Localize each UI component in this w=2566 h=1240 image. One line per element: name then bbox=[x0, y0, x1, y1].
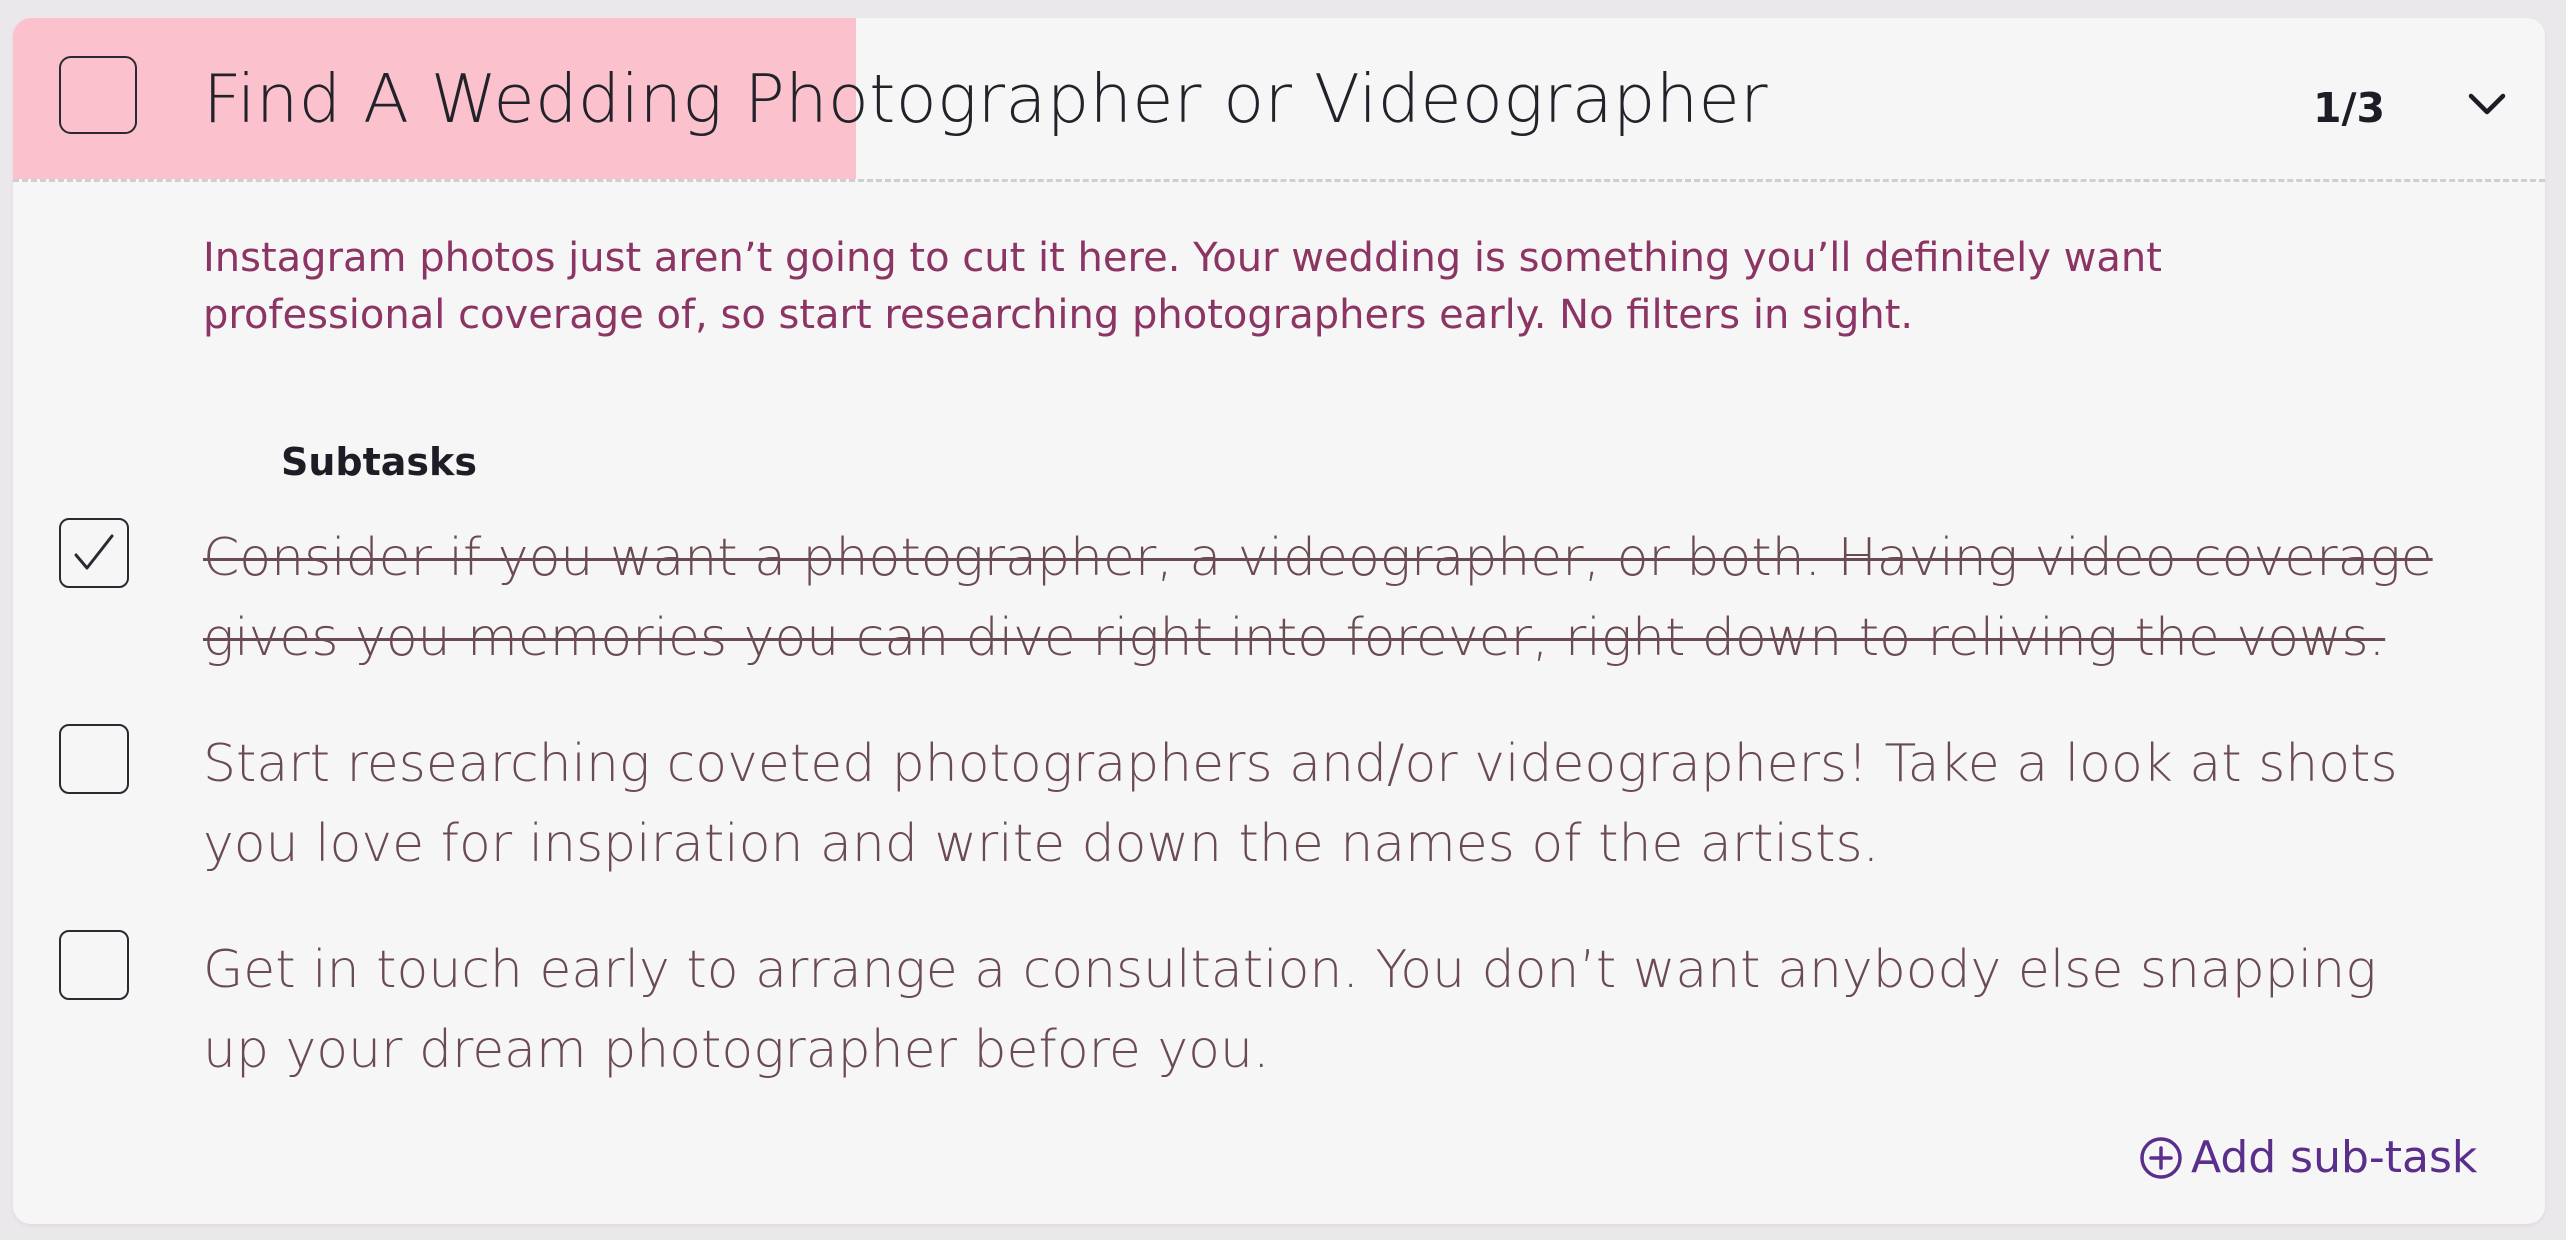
task-header[interactable]: Find A Wedding Photographer or Videograp… bbox=[13, 18, 2545, 182]
task-checkbox[interactable] bbox=[59, 56, 137, 134]
subtask-counter: 1/3 bbox=[2313, 84, 2386, 132]
task-card: Find A Wedding Photographer or Videograp… bbox=[13, 18, 2545, 1224]
subtask-text: Start researching coveted photographers … bbox=[203, 734, 2398, 874]
subtask-checkbox[interactable] bbox=[59, 930, 129, 1000]
task-title: Find A Wedding Photographer or Videograp… bbox=[203, 60, 1768, 138]
subtask-checkbox[interactable] bbox=[59, 724, 129, 794]
add-subtask-button[interactable]: Add sub-task bbox=[2139, 1136, 2477, 1180]
plus-circle-icon bbox=[2140, 1137, 2182, 1179]
chevron-down-icon[interactable] bbox=[2465, 88, 2509, 120]
subtask-text: Get in touch early to arrange a consulta… bbox=[203, 940, 2377, 1080]
subtask-checkbox-checked[interactable] bbox=[59, 518, 129, 588]
add-subtask-label: Add sub-task bbox=[2191, 1132, 2478, 1183]
task-description: Instagram photos just aren’t going to cu… bbox=[203, 235, 2162, 338]
subtasks-heading: Subtasks bbox=[281, 440, 477, 484]
subtask-text: Consider if you want a photographer, a v… bbox=[203, 528, 2433, 668]
checkmark-icon bbox=[74, 534, 114, 570]
